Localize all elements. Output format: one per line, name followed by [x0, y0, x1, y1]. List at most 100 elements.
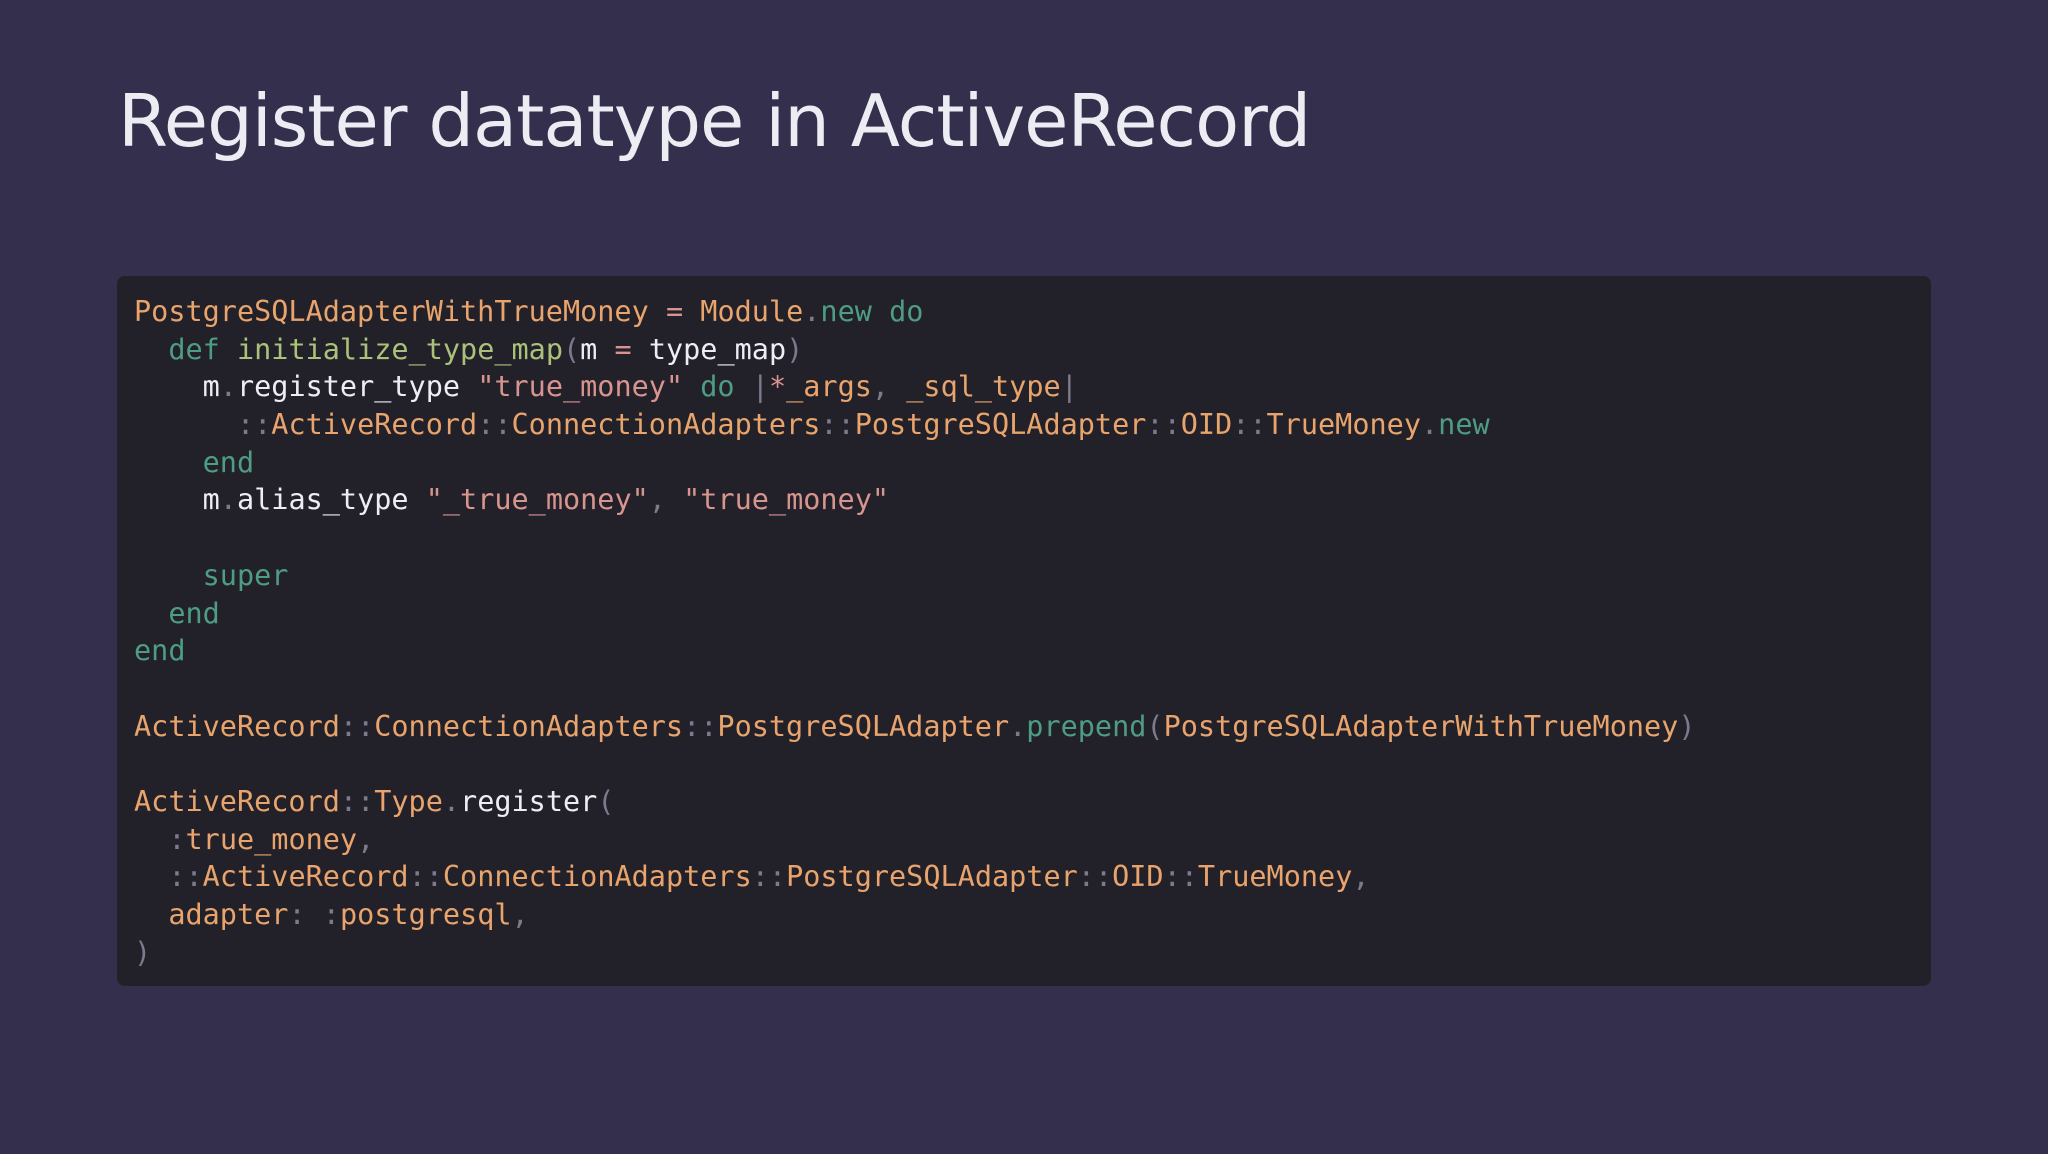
code-token: PostgreSQLAdapter [717, 709, 1010, 743]
code-token: super [202, 558, 289, 592]
code-token: : [288, 898, 306, 931]
code-token: ConnectionAdapters [511, 408, 821, 442]
code-token: ) [786, 332, 804, 366]
code-token: alias_type [236, 483, 426, 517]
code-token: , [511, 898, 529, 931]
code-line: ActiveRecord::Type.register( [134, 783, 1931, 821]
code-line: end [134, 444, 1931, 482]
code-token: PostgreSQLAdapterWithTrueMoney [134, 295, 649, 328]
code-token: ( [563, 332, 581, 366]
code-block: PostgreSQLAdapterWithTrueMoney = Module.… [117, 276, 1931, 986]
code-token: TrueMoney [1266, 408, 1421, 442]
code-token: m [134, 370, 220, 404]
code-token: :: [683, 709, 718, 743]
code-token: :: [1232, 408, 1267, 442]
code-token: ConnectionAdapters [374, 709, 684, 743]
code-token: :: [1163, 860, 1198, 894]
code-token: adapter [168, 898, 289, 931]
code-token: m [134, 483, 220, 517]
code-token: postgresql [339, 898, 512, 931]
code-token: . [219, 370, 237, 404]
code-token: : [168, 822, 186, 856]
code-token: | [751, 370, 769, 404]
code-token: :: [339, 784, 375, 818]
code-listing: PostgreSQLAdapterWithTrueMoney = Module.… [134, 293, 1931, 971]
code-token: * [768, 370, 787, 404]
code-token: . [442, 784, 461, 818]
code-token: "_true_money" [425, 483, 649, 517]
code-token: | [1060, 370, 1078, 404]
code-token: register_type [236, 370, 478, 404]
code-token: prepend [1026, 709, 1147, 743]
code-token: true_money [185, 822, 358, 856]
code-token: : [322, 898, 340, 931]
code-token: register [460, 784, 598, 818]
code-token: _sql_type [906, 370, 1061, 404]
code-token: . [803, 295, 821, 328]
code-token: end [168, 596, 220, 630]
code-token: ( [1146, 709, 1164, 743]
code-token: , [357, 822, 375, 856]
code-token: "true_money" [683, 483, 890, 517]
code-token: :: [477, 408, 512, 442]
code-line: ) [134, 934, 1931, 972]
code-token: initialize_type_map [236, 332, 563, 366]
code-line: m.register_type "true_money" do |*_args,… [134, 368, 1931, 406]
code-token: , [648, 483, 666, 517]
code-line: PostgreSQLAdapterWithTrueMoney = Module.… [134, 293, 1931, 331]
code-token: , [1352, 860, 1370, 894]
code-token: OID [1112, 860, 1164, 894]
code-token: :: [236, 408, 272, 442]
code-token: do [889, 295, 924, 328]
code-token: PostgreSQLAdapterWithTrueMoney [1163, 709, 1679, 743]
code-token: "true_money" [477, 370, 684, 404]
code-token: TrueMoney [1197, 860, 1353, 894]
code-line: ::ActiveRecord::ConnectionAdapters::Post… [134, 858, 1931, 896]
code-token: ConnectionAdapters [442, 860, 752, 894]
code-line: def initialize_type_map(m = type_map) [134, 331, 1931, 369]
code-token: :: [408, 860, 443, 894]
code-token: :: [751, 860, 787, 894]
code-token: = [614, 332, 632, 366]
code-line: :true_money, [134, 821, 1931, 859]
code-token: ActiveRecord [271, 408, 478, 442]
code-token: ) [134, 935, 152, 969]
code-line: end [134, 595, 1931, 633]
code-token: :: [1077, 860, 1113, 894]
code-token: . [1420, 408, 1439, 442]
code-token: . [219, 483, 237, 517]
code-token: new [820, 295, 872, 328]
code-token: new [1438, 408, 1490, 442]
code-line: end [134, 632, 1931, 670]
code-token: , [871, 370, 890, 404]
code-token: ActiveRecord [134, 709, 340, 743]
code-line: ::ActiveRecord::ConnectionAdapters::Post… [134, 406, 1931, 444]
code-line: ActiveRecord::ConnectionAdapters::Postgr… [134, 708, 1931, 746]
code-token: do [700, 370, 735, 404]
code-token: m [580, 332, 615, 366]
code-token: PostgreSQLAdapter [786, 860, 1078, 894]
code-line: super [134, 557, 1931, 595]
code-token: Module [700, 295, 804, 328]
code-token: ActiveRecord [134, 784, 340, 818]
code-token: ActiveRecord [202, 860, 409, 894]
code-line: m.alias_type "_true_money", "true_money" [134, 481, 1931, 519]
code-token: :: [339, 709, 375, 743]
code-token: OID [1180, 408, 1233, 442]
code-token: ) [1678, 709, 1696, 743]
code-token: . [1009, 709, 1027, 743]
